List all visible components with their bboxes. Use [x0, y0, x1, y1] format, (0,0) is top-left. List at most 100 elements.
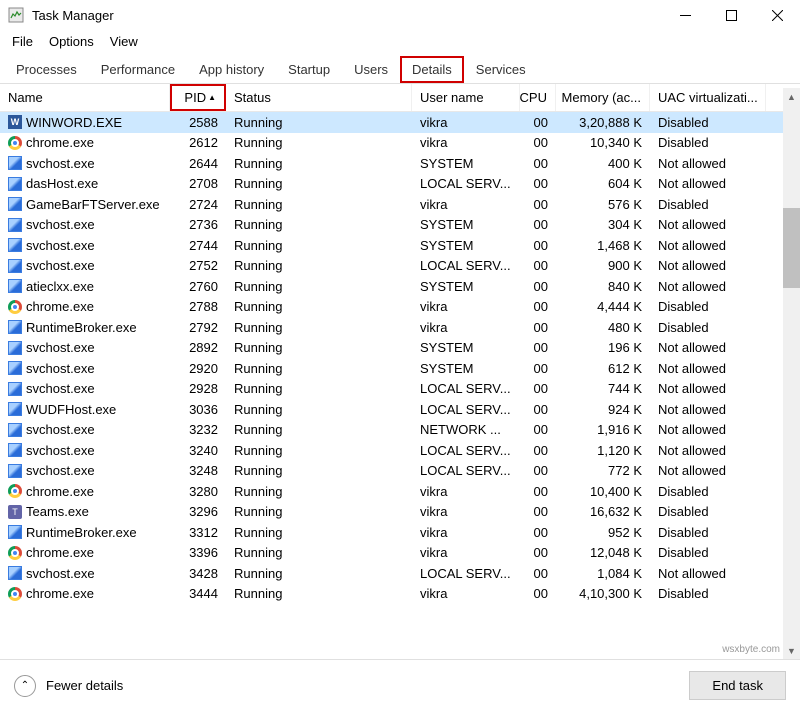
process-table: WWINWORD.EXE2588Runningvikra003,20,888 K… [0, 112, 800, 645]
table-row[interactable]: atieclxx.exe2760RunningSYSTEM00840 KNot … [0, 276, 800, 297]
vertical-scrollbar[interactable]: ▲ ▼ [783, 88, 800, 659]
table-row[interactable]: svchost.exe2736RunningSYSTEM00304 KNot a… [0, 215, 800, 236]
process-pid: 3240 [170, 443, 226, 458]
process-memory: 1,468 K [556, 238, 650, 253]
table-row[interactable]: GameBarFTServer.exe2724Runningvikra00576… [0, 194, 800, 215]
chrome-icon [8, 587, 22, 601]
process-pid: 2792 [170, 320, 226, 335]
close-button[interactable] [754, 0, 800, 30]
process-uac: Disabled [650, 197, 766, 212]
table-row[interactable]: svchost.exe2920RunningSYSTEM00612 KNot a… [0, 358, 800, 379]
table-row[interactable]: chrome.exe3444Runningvikra004,10,300 KDi… [0, 584, 800, 605]
generic-icon [8, 218, 22, 232]
menu-view[interactable]: View [104, 32, 144, 51]
process-cpu: 00 [520, 258, 556, 273]
scroll-thumb[interactable] [783, 208, 800, 288]
header-memory[interactable]: Memory (ac... [556, 84, 650, 111]
table-row[interactable]: chrome.exe3280Runningvikra0010,400 KDisa… [0, 481, 800, 502]
table-row[interactable]: dasHost.exe2708RunningLOCAL SERV...00604… [0, 174, 800, 195]
process-uac: Disabled [650, 586, 766, 601]
tab-users[interactable]: Users [342, 56, 400, 83]
header-uac[interactable]: UAC virtualizati... [650, 84, 766, 111]
process-uac: Disabled [650, 545, 766, 560]
header-user[interactable]: User name [412, 84, 520, 111]
process-cpu: 00 [520, 504, 556, 519]
process-name: svchost.exe [26, 443, 95, 458]
process-pid: 3036 [170, 402, 226, 417]
process-user: LOCAL SERV... [412, 402, 520, 417]
scroll-down-icon[interactable]: ▼ [783, 642, 800, 659]
chrome-icon [8, 484, 22, 498]
table-row[interactable]: chrome.exe2612Runningvikra0010,340 KDisa… [0, 133, 800, 154]
table-row[interactable]: WWINWORD.EXE2588Runningvikra003,20,888 K… [0, 112, 800, 133]
end-task-button[interactable]: End task [689, 671, 786, 700]
process-user: vikra [412, 135, 520, 150]
header-cpu[interactable]: CPU [520, 84, 556, 111]
process-pid: 3428 [170, 566, 226, 581]
table-row[interactable]: svchost.exe3248RunningLOCAL SERV...00772… [0, 461, 800, 482]
table-row[interactable]: svchost.exe2892RunningSYSTEM00196 KNot a… [0, 338, 800, 359]
process-cpu: 00 [520, 156, 556, 171]
generic-icon [8, 464, 22, 478]
process-name: svchost.exe [26, 463, 95, 478]
menu-file[interactable]: File [6, 32, 39, 51]
menu-options[interactable]: Options [43, 32, 100, 51]
table-row[interactable]: RuntimeBroker.exe3312Runningvikra00952 K… [0, 522, 800, 543]
tab-app-history[interactable]: App history [187, 56, 276, 83]
process-pid: 2744 [170, 238, 226, 253]
process-memory: 10,400 K [556, 484, 650, 499]
process-user: NETWORK ... [412, 422, 520, 437]
process-name: WINWORD.EXE [26, 115, 122, 130]
process-uac: Not allowed [650, 176, 766, 191]
process-memory: 840 K [556, 279, 650, 294]
process-uac: Disabled [650, 115, 766, 130]
generic-icon [8, 238, 22, 252]
tab-processes[interactable]: Processes [4, 56, 89, 83]
process-uac: Disabled [650, 135, 766, 150]
scroll-up-icon[interactable]: ▲ [783, 88, 800, 105]
process-memory: 10,340 K [556, 135, 650, 150]
header-status[interactable]: Status [226, 84, 412, 111]
table-row[interactable]: chrome.exe3396Runningvikra0012,048 KDisa… [0, 543, 800, 564]
process-status: Running [226, 463, 412, 478]
process-uac: Not allowed [650, 361, 766, 376]
header-pid[interactable]: PID▲ [170, 84, 226, 111]
table-row[interactable]: chrome.exe2788Runningvikra004,444 KDisab… [0, 297, 800, 318]
table-row[interactable]: svchost.exe2744RunningSYSTEM001,468 KNot… [0, 235, 800, 256]
tab-services[interactable]: Services [464, 56, 538, 83]
table-row[interactable]: svchost.exe3428RunningLOCAL SERV...001,0… [0, 563, 800, 584]
tab-startup[interactable]: Startup [276, 56, 342, 83]
table-row[interactable]: svchost.exe3232RunningNETWORK ...001,916… [0, 420, 800, 441]
process-user: LOCAL SERV... [412, 443, 520, 458]
process-user: SYSTEM [412, 156, 520, 171]
process-pid: 2928 [170, 381, 226, 396]
process-status: Running [226, 361, 412, 376]
table-row[interactable]: svchost.exe2752RunningLOCAL SERV...00900… [0, 256, 800, 277]
process-status: Running [226, 422, 412, 437]
process-memory: 1,916 K [556, 422, 650, 437]
process-pid: 2724 [170, 197, 226, 212]
process-name: svchost.exe [26, 258, 95, 273]
process-uac: Disabled [650, 484, 766, 499]
maximize-button[interactable] [708, 0, 754, 30]
table-row[interactable]: svchost.exe3240RunningLOCAL SERV...001,1… [0, 440, 800, 461]
table-row[interactable]: RuntimeBroker.exe2792Runningvikra00480 K… [0, 317, 800, 338]
generic-icon [8, 177, 22, 191]
process-cpu: 00 [520, 402, 556, 417]
table-row[interactable]: svchost.exe2644RunningSYSTEM00400 KNot a… [0, 153, 800, 174]
process-pid: 3444 [170, 586, 226, 601]
table-row[interactable]: svchost.exe2928RunningLOCAL SERV...00744… [0, 379, 800, 400]
process-status: Running [226, 176, 412, 191]
tab-details[interactable]: Details [400, 56, 464, 83]
chrome-icon [8, 300, 22, 314]
process-cpu: 00 [520, 525, 556, 540]
fewer-details-button[interactable]: ⌃ Fewer details [14, 675, 123, 697]
process-name: atieclxx.exe [26, 279, 94, 294]
watermark: wsxbyte.com [722, 644, 780, 655]
window-title: Task Manager [32, 8, 662, 23]
table-row[interactable]: WUDFHost.exe3036RunningLOCAL SERV...0092… [0, 399, 800, 420]
header-name[interactable]: Name [0, 84, 170, 111]
minimize-button[interactable] [662, 0, 708, 30]
tab-performance[interactable]: Performance [89, 56, 187, 83]
table-row[interactable]: TTeams.exe3296Runningvikra0016,632 KDisa… [0, 502, 800, 523]
